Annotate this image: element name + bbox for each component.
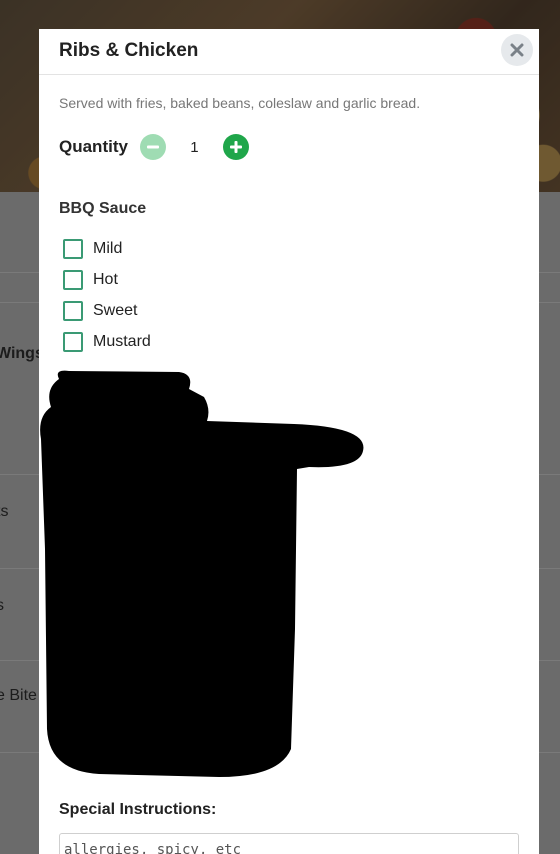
- list-item-label: Wings: [0, 345, 44, 362]
- list-item-label: e Bite: [0, 687, 37, 704]
- list-item-label: s: [0, 597, 4, 614]
- list-item-label: ts: [0, 503, 9, 520]
- special-instructions-label: Special Instructions:: [59, 801, 217, 818]
- special-instructions-field[interactable]: [59, 833, 519, 854]
- redaction-mark: [40, 370, 364, 777]
- item-modal: Ribs & Chicken Served with fries, baked …: [39, 29, 539, 854]
